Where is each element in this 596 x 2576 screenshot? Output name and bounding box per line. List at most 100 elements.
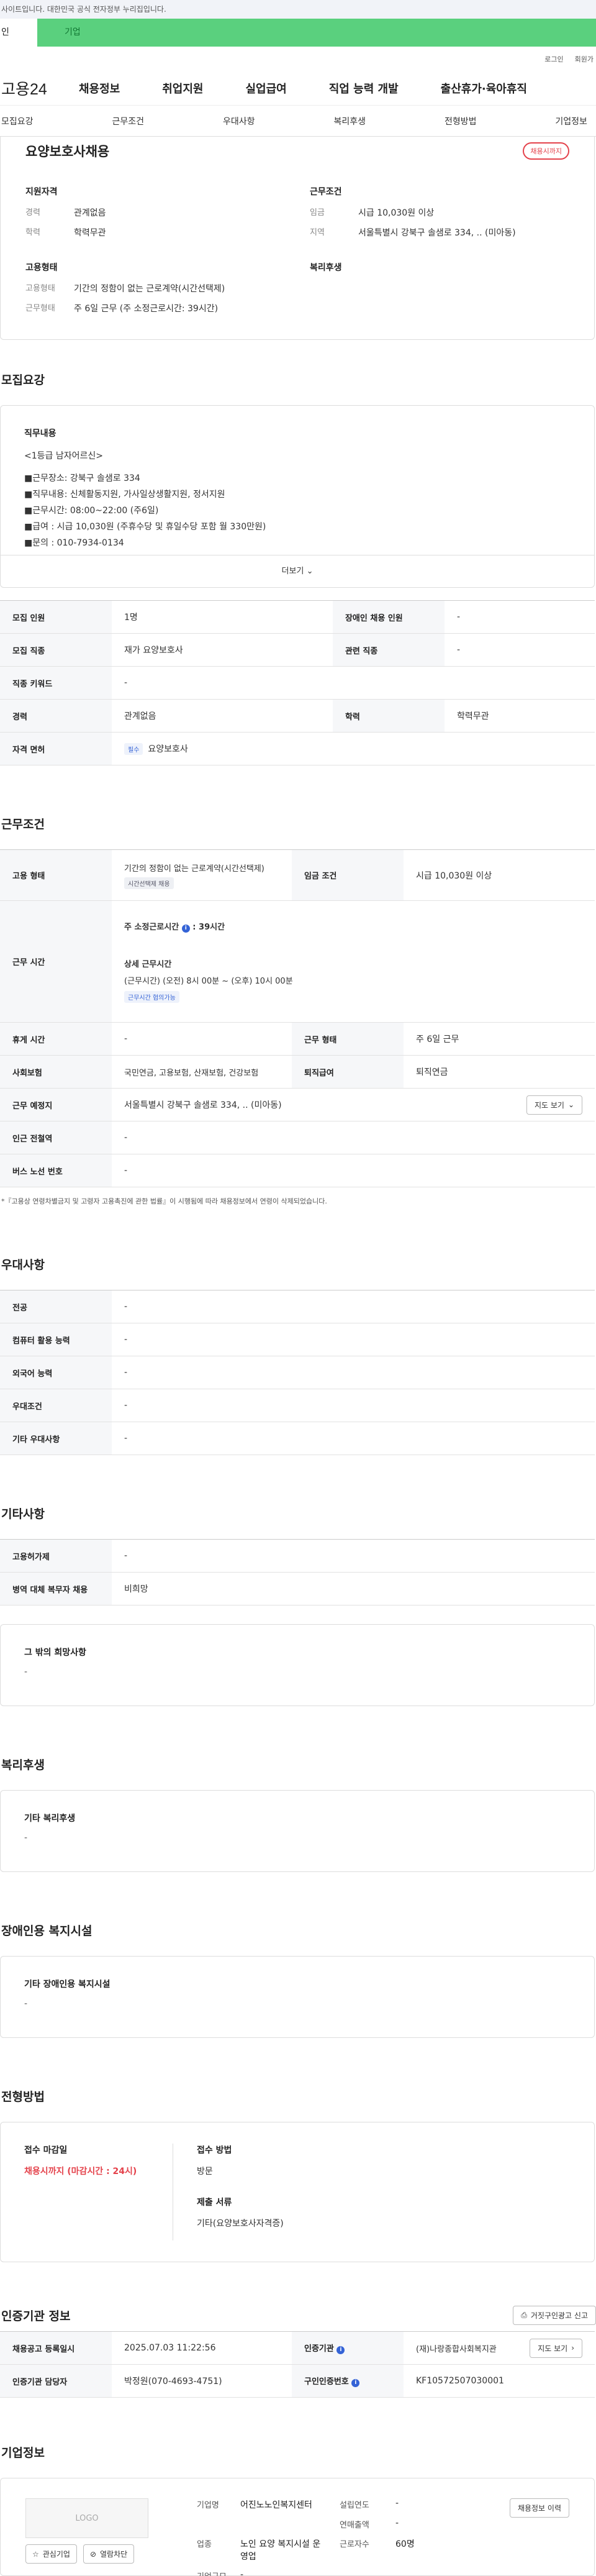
subnav-recruit[interactable]: 모집요강 — [1, 115, 34, 127]
gnb-item-leave[interactable]: 출산휴가·육아휴직 — [441, 80, 527, 96]
section-title-welfare: 복리후생 — [1, 1758, 45, 1772]
table-label: 고용 형태 — [0, 849, 112, 901]
table-row: 기타 우대사항 - — [0, 1422, 595, 1455]
gnb-item-skills[interactable]: 직업 능력 개발 — [329, 80, 399, 96]
subnav-prefer[interactable]: 우대사항 — [223, 115, 255, 127]
gnb-item-employment-support[interactable]: 취업지원 — [162, 80, 203, 96]
table-label: 자격 면허 — [0, 732, 112, 765]
table-label: 직종 키워드 — [0, 666, 112, 700]
gnb-item-unemployment-benefit[interactable]: 실업급여 — [246, 80, 287, 96]
company-value: 60명 — [395, 2539, 415, 2549]
company-label: 기업규모 — [197, 2570, 240, 2576]
map-view-label: 지도 보기 — [534, 1100, 564, 1110]
info-icon[interactable]: i — [181, 925, 190, 933]
gov-notice-text: 사이트입니다. 대한민국 공식 전자정부 누리집입니다. — [1, 5, 166, 14]
table-row: 모집 인원 1명 장애인 채용 인원 - — [0, 600, 595, 634]
work-table: 고용 형태 기간의 정함이 없는 근로계약(시간선택제) 시간선택제 채용 임금 … — [0, 849, 595, 1187]
detail-hours-heading: 상세 근무시간 — [124, 960, 172, 969]
block-label: 열람차단 — [100, 2550, 128, 2559]
kv-value: 관계없음 — [74, 208, 106, 218]
global-nav: 고용24 채용정보 취업지원 실업급여 직업 능력 개발 출산휴가·육아휴직 — [0, 71, 596, 106]
report-label: 거짓구인광고 신고 — [530, 2311, 588, 2320]
subnav-company[interactable]: 기업정보 — [555, 115, 587, 127]
history-button[interactable]: 채용정보 이력 — [509, 2498, 569, 2518]
table-value: - — [444, 633, 595, 667]
signup-link[interactable]: 회원가 — [575, 54, 594, 64]
cert-table: 채용공고 등록일시 2025.07.03 11:22:56 인증기관 i (재)… — [0, 2331, 595, 2398]
map-view-button[interactable]: 지도 보기 ⌄ — [526, 1095, 582, 1115]
table-value: 서울특별시 강북구 솔샘로 334, .. (미아동) 지도 보기 ⌄ — [112, 1088, 595, 1121]
table-value: 주 6일 근무 — [404, 1022, 595, 1056]
required-tag: 필수 — [124, 743, 143, 755]
table-value: - — [112, 666, 595, 700]
table-label: 모집 직종 — [0, 633, 112, 667]
table-row: 사회보험 국민연금, 고용보험, 산재보험, 건강보험 퇴직급여 퇴직연금 — [0, 1055, 595, 1089]
gov-notice-bar: 사이트입니다. 대한민국 공식 전자정부 누리집입니다. — [0, 0, 596, 19]
org-value: (재)나랑종합사회복지관 — [416, 2344, 497, 2354]
subnav-work[interactable]: 근무조건 — [112, 115, 144, 127]
site-logo[interactable]: 고용24 — [0, 77, 79, 99]
conditions-heading: 근무조건 — [310, 187, 342, 197]
section-title-method: 전형방법 — [1, 2090, 45, 2104]
table-value: 퇴직연금 — [404, 1055, 595, 1089]
table-value: 주 소정근로시간 i : 39시간 상세 근무시간 (근무시간) (오전) 8시… — [112, 900, 595, 1023]
kv-label: 학력 — [25, 228, 40, 237]
employment-block: 고용형태 고용형태 기간의 정함이 없는 근로계약(시간선택제) 근무형태 주 6일… — [25, 261, 285, 322]
tab-company[interactable]: 기업 — [37, 19, 596, 47]
section-title-etc: 기타사항 — [1, 1507, 45, 1521]
info-icon[interactable]: i — [351, 2379, 360, 2387]
report-icon: ⎙ — [521, 2311, 527, 2319]
block-view-button[interactable]: ⊘ 열람차단 — [83, 2544, 135, 2564]
table-row: 병역 대체 복무자 채용 비희망 — [0, 1572, 595, 1605]
company-info: 기업명 어진노노인복지센터 설립연도 - 연매출액 - 업종 노인 요양 복지시… — [197, 2498, 470, 2576]
kv-value: 학력무관 — [74, 228, 106, 238]
table-label: 외국어 능력 — [0, 1356, 112, 1389]
table-label: 휴게 시간 — [0, 1022, 112, 1056]
subnav-method[interactable]: 전형방법 — [445, 115, 477, 127]
table-row: 모집 직종 재가 요양보호사 관련 직종 - — [0, 633, 595, 667]
table-label: 근무 예정지 — [0, 1088, 112, 1121]
org-label: 인증기관 — [304, 2344, 334, 2354]
org-map-button[interactable]: 지도 보기 › — [530, 2338, 582, 2358]
deadline-badge: 채용시까지 — [523, 142, 569, 160]
duty-heading: 직무내용 — [24, 429, 56, 439]
table-value: - — [112, 1422, 595, 1455]
favorite-company-button[interactable]: ☆ 관심기업 — [25, 2544, 77, 2564]
section-title-prefer: 우대사항 — [1, 1258, 45, 1272]
age-notice: *『고용상 연령차별금지 및 고령자 고용촉진에 관한 법률』이 시행됨에 따라… — [1, 1197, 327, 1205]
login-link[interactable]: 로그인 — [544, 54, 563, 64]
company-label: 업종 — [197, 2540, 212, 2549]
docs-heading: 제출 서류 — [197, 2198, 232, 2208]
chevron-down-icon: ⌄ — [567, 1100, 574, 1109]
company-label: 기업명 — [197, 2501, 219, 2510]
table-value: 학력무관 — [444, 699, 595, 733]
subnav-welfare[interactable]: 복리후생 — [333, 115, 366, 127]
deadline-heading: 접수 마감일 — [24, 2145, 68, 2155]
tab-individual[interactable]: 인 — [0, 19, 37, 47]
more-button[interactable]: 더보기 ⌄ — [1, 555, 594, 587]
info-icon[interactable]: i — [336, 2346, 345, 2354]
table-label: 병역 대체 복무자 채용 — [0, 1572, 112, 1605]
table-label: 인증기관 담당자 — [0, 2364, 112, 2398]
way-value: 방문 — [197, 2167, 213, 2176]
org-map-label: 지도 보기 — [538, 2344, 568, 2353]
table-value: - — [112, 1154, 595, 1187]
employment-heading: 고용형태 — [25, 263, 58, 273]
report-fake-ad-button[interactable]: ⎙ 거짓구인광고 신고 — [513, 2306, 596, 2325]
table-row: 컴퓨터 활용 능력 - — [0, 1323, 595, 1356]
table-label: 근무 시간 — [0, 900, 112, 1023]
company-logo-text: LOGO — [75, 2513, 99, 2523]
employ-type-value: 기간의 정함이 없는 근로계약(시간선택제) — [124, 864, 264, 874]
kv-label: 지역 — [310, 228, 325, 237]
kv-value: 시급 10,030원 이상 — [358, 208, 435, 218]
section-title-company: 기업정보 — [1, 2446, 45, 2460]
table-value: (재)나랑종합사회복지관 지도 보기 › — [404, 2331, 595, 2365]
company-value: - — [395, 2518, 399, 2528]
gnb-item-jobs[interactable]: 채용정보 — [79, 80, 120, 96]
table-value: 비희망 — [112, 1572, 595, 1605]
recruit-table: 모집 인원 1명 장애인 채용 인원 - 모집 직종 재가 요양보호사 관련 직… — [0, 600, 595, 765]
table-value: - — [112, 1323, 595, 1356]
table-row: 고용 형태 기간의 정함이 없는 근로계약(시간선택제) 시간선택제 채용 임금 … — [0, 849, 595, 901]
company-value: 노인 요양 복지시설 운영업 — [240, 2539, 321, 2562]
company-value: - — [395, 2498, 399, 2508]
